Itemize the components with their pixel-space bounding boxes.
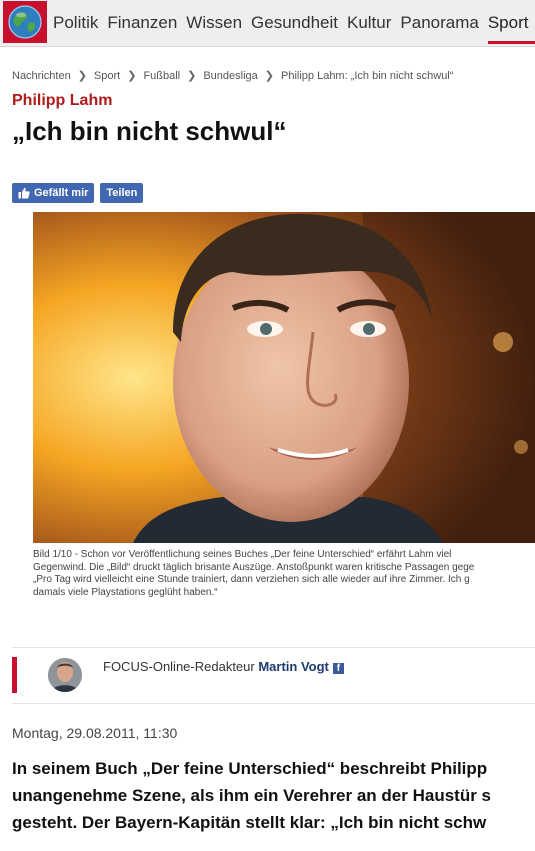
facebook-like-button[interactable]: Gefällt mir — [12, 183, 95, 203]
nav-item-panorama[interactable]: Panorama — [400, 0, 478, 46]
publish-date: Montag, 29.08.2011, 11:30 — [12, 725, 178, 741]
nav-item-politik[interactable]: Politik — [53, 0, 98, 46]
nav-item-kultur[interactable]: Kultur — [347, 0, 391, 46]
breadcrumb-item-sport[interactable]: Sport — [94, 70, 120, 82]
article-photo[interactable] — [33, 212, 535, 543]
like-label: Gefällt mir — [34, 187, 89, 199]
caption-line: Bild 1/10 - Schon vor Veröffentlichung s… — [33, 549, 452, 560]
thumbs-up-icon — [18, 187, 30, 199]
share-label: Teilen — [106, 187, 138, 199]
nav-item-sport[interactable]: Sport — [487, 0, 535, 46]
top-navigation: Politik Finanzen Wissen Gesundheit Kultu… — [0, 0, 535, 47]
chevron-right-icon: ❯ — [77, 70, 87, 82]
main-menu: Politik Finanzen Wissen Gesundheit Kultu… — [53, 0, 535, 46]
author-avatar[interactable] — [48, 658, 82, 692]
divider — [12, 703, 535, 704]
breadcrumb-item-current: Philipp Lahm: „Ich bin nicht schwul“ — [281, 69, 454, 82]
lead-line: unangenehme Szene, als ihm ein Verehrer … — [12, 786, 491, 805]
breadcrumb: Nachrichten ❯ Sport ❯ Fußball ❯ Bundesli… — [12, 69, 454, 83]
author-line: FOCUS-Online-Redakteur Martin Vogt f — [103, 659, 344, 674]
accent-bar — [12, 657, 17, 693]
lead-line: gesteht. Der Bayern-Kapitän stellt klar:… — [12, 813, 487, 832]
facebook-share-button[interactable]: Teilen — [100, 183, 144, 203]
chevron-right-icon: ❯ — [127, 70, 137, 82]
social-buttons: Gefällt mir Teilen — [12, 183, 149, 203]
divider — [12, 647, 535, 648]
author-box: FOCUS-Online-Redakteur Martin Vogt f — [12, 657, 535, 693]
nav-item-finanzen[interactable]: Finanzen — [107, 0, 177, 46]
breadcrumb-item-fussball[interactable]: Fußball — [143, 70, 180, 82]
breadcrumb-item-bundesliga[interactable]: Bundesliga — [203, 70, 257, 82]
globe-logo-icon[interactable] — [3, 1, 47, 43]
chevron-right-icon: ❯ — [187, 70, 197, 82]
chevron-right-icon: ❯ — [264, 70, 274, 82]
author-name-link[interactable]: Martin Vogt — [258, 659, 329, 674]
lead-line: In seinem Buch „Der feine Unterschied“ b… — [12, 759, 488, 778]
caption-line: „Pro Tag wird vielleicht eine Stunde tra… — [33, 574, 470, 585]
nav-item-gesundheit[interactable]: Gesundheit — [251, 0, 338, 46]
author-prefix: FOCUS-Online-Redakteur — [103, 659, 255, 674]
breadcrumb-item-nachrichten[interactable]: Nachrichten — [12, 70, 71, 82]
facebook-icon[interactable]: f — [332, 663, 344, 674]
article-lead: In seinem Buch „Der feine Unterschied“ b… — [12, 755, 535, 851]
photo-caption: Bild 1/10 - Schon vor Veröffentlichung s… — [33, 549, 535, 607]
article-headline: „Ich bin nicht schwul“ — [12, 116, 287, 146]
nav-item-wissen[interactable]: Wissen — [186, 0, 242, 46]
caption-line: damals viele Playstations geglüht haben.… — [33, 586, 218, 598]
caption-line: Gegenwind. Die „Bild“ druckt täglich bri… — [33, 561, 475, 573]
article-kicker: Philipp Lahm — [12, 92, 113, 109]
